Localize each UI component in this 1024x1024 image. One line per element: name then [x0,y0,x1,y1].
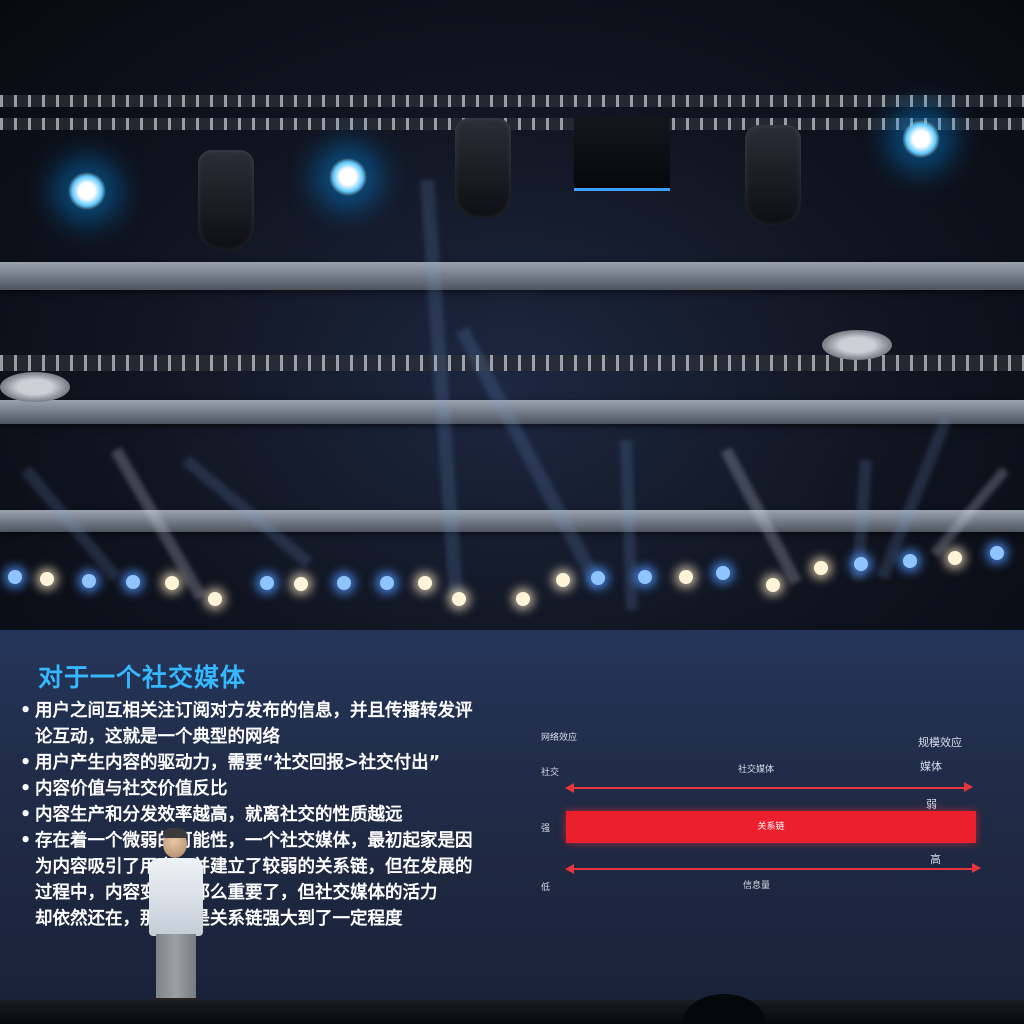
moving-head-light [455,118,511,218]
bullet-text: 用户之间互相关注订阅对方发布的信息，并且传播转发评 [35,701,473,721]
slide-title: 对于一个社交媒体 [38,663,247,692]
stage-light [165,576,179,590]
arrow-right-head-2 [972,863,981,873]
ceiling-rig [0,0,1024,640]
relationship-chain-label: 关系链 [757,822,785,832]
upper-truss-2 [0,118,1024,130]
stage-light [40,572,54,586]
arrow-line-top [572,787,964,789]
bullet-text: 内容生产和分发效率越高，就离社交的性质越远 [35,805,403,825]
stage-light [260,576,274,590]
blue-spotlight [68,172,106,210]
stage-light [208,592,222,606]
diagram-label-high: 高 [930,853,941,866]
stage-light [418,576,432,590]
bullet-dot: • [20,831,32,851]
diagram-label-information-amount: 信息量 [743,881,771,891]
stage-light [337,576,351,590]
stage-light [716,566,730,580]
stage-light [452,592,466,606]
bullet-dot: • [20,779,32,799]
blue-spotlight [902,120,940,158]
stage-light [294,577,308,591]
relationship-chain-bar: 关系链 [566,811,976,843]
stage-light [82,574,96,588]
bullet-continuation: 却依然还在，那一定是关系链强大到了一定程度 [35,909,403,929]
bullet-continuation: 为内容吸引了用户，并建立了较弱的关系链，但在发展的 [35,857,473,877]
diagram-label-social-media: 社交媒体 [738,765,775,775]
diagram-label-strong: 强 [541,824,551,834]
presenter-shirt [149,858,203,936]
bullet-dot: • [20,805,32,825]
bullet-text: 用户产生内容的驱动力，需要“社交回报>社交付出” [35,753,441,773]
arrow-right-head [964,782,973,792]
bullet-item: • 存在着一个微弱的可能性，一个社交媒体，最初起家是因 [8,828,528,854]
stage-light [679,570,693,584]
bullet-text: 内容价值与社交价值反比 [35,779,228,799]
bullet-item: • 内容价值与社交价值反比 [8,776,528,802]
stage-light [766,578,780,592]
stage-floor [0,1000,1024,1024]
diagram-label-media: 媒体 [920,760,942,773]
steel-girder [0,262,1024,290]
bullet-continuation: 论互动，这就是一个典型的网络 [35,727,280,747]
stage-light [990,546,1004,560]
stage-light [8,570,22,584]
stage-light [556,573,570,587]
stage-light [854,557,868,571]
light-beam [420,179,464,600]
presenter-pants [156,934,196,1000]
concert-stage-photo: 对于一个社交媒体 • 用户之间互相关注订阅对方发布的信息，并且传播转发评 论互动… [0,0,1024,1024]
presenter-hair [163,828,187,838]
moving-head-light [198,150,254,250]
diagram-label-network-effect: 网络效应 [541,733,578,743]
bullet-item: • 用户产生内容的驱动力，需要“社交回报>社交付出” [8,750,528,776]
speaker-cabinet [574,118,670,191]
bullet-item: • 用户之间互相关注订阅对方发布的信息，并且传播转发评 [8,698,528,724]
bullet-dot: • [20,753,32,773]
stage-light [591,571,605,585]
ceiling-vent [822,330,892,360]
bullet-dot: • [20,701,32,721]
stage-light [638,570,652,584]
diagram-label-social: 社交 [541,768,560,778]
presenter [146,828,206,1010]
upper-truss [0,95,1024,107]
blue-spotlight [329,158,367,196]
stage-light [126,575,140,589]
diagram-label-weak: 弱 [926,798,937,811]
bullet-item: • 内容生产和分发效率越高，就离社交的性质越远 [8,802,528,828]
stage-light [380,576,394,590]
ceiling-vent [0,372,70,402]
diagram-label-low: 低 [541,883,551,893]
stage-light [516,592,530,606]
bullet-continuation: 过程中，内容变得不那么重要了，但社交媒体的活力 [35,883,438,903]
stage-light [814,561,828,575]
diagram-label-scale-effect: 规模效应 [918,736,962,749]
stage-light [903,554,917,568]
bullet-list: • 用户之间互相关注订阅对方发布的信息，并且传播转发评 论互动，这就是一个典型的… [8,698,528,932]
moving-head-light [745,125,801,225]
stage-light [948,551,962,565]
bullet-text: 存在着一个微弱的可能性，一个社交媒体，最初起家是因 [35,831,473,851]
arrow-line-bottom [572,868,972,870]
